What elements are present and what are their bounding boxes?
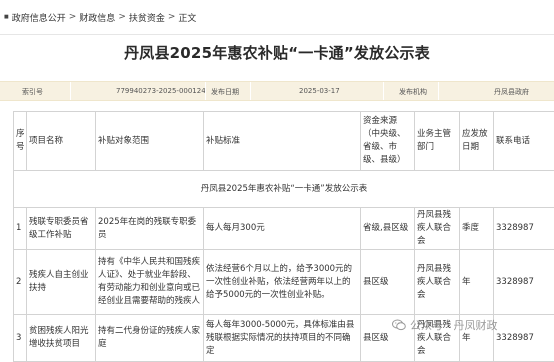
column-header-dept: 业务主管部门 [415,112,460,171]
cell-name: 残疾人自主创业扶持 [27,250,96,315]
breadcrumb-separator: > [168,12,176,22]
cell-phone: 3328987 [494,208,554,250]
breadcrumb-item-current: 正文 [178,11,196,24]
cell-standard: 每人每月300元 [204,208,361,250]
cell-name: 贫困残疾人阳光增收扶贫项目 [27,315,96,362]
breadcrumb-separator: > [69,12,77,22]
breadcrumb-item-poverty-funds[interactable]: 扶贫资金 [129,11,165,24]
cell-no: 3 [14,315,27,362]
watermark: 公众号 · 丹凤财政 [392,317,498,333]
column-header-source: 资金来源（中央级、省级、市级、县级） [361,112,415,171]
cell-dept: 丹凤县残疾人联合会 [415,208,460,250]
cell-period: 季度 [460,208,494,250]
column-header-standard: 补贴标准 [204,112,361,171]
cell-scope: 持有二代身份证的残疾人家庭 [96,315,204,362]
date-label: 发布日期 [211,87,239,97]
cell-dept: 丹凤县残疾人联合会 [415,250,460,315]
column-header-name: 项目名称 [27,112,96,171]
divider [0,34,554,35]
column-header-phone: 联系电话 [494,112,554,171]
cell-source: 县区级 [361,250,415,315]
table-header-row: 序号 项目名称 补贴对象范围 补贴标准 资金来源（中央级、省级、市级、县级） 业… [14,112,554,171]
cell-standard: 依法经营6个月以上的，给予3000元的一次性创业补贴，依法经营两年以上的给予50… [204,250,361,315]
table-caption: 丹凤县2025年惠农补贴“一卡通”发放公示表 [14,171,554,208]
divider [383,82,384,100]
cell-name: 残联专职委员省级工作补贴 [27,208,96,250]
cell-source: 省级,县区级 [361,208,415,250]
bullet-icon: ■ [4,14,9,20]
cell-period: 年 [460,250,494,315]
table-row: 2 残疾人自主创业扶持 持有《中华人民共和国残疾人证》、处于就业年龄段、有劳动能… [14,250,554,315]
column-header-no: 序号 [14,112,27,171]
index-value: 779940273-2025-000124 [116,87,206,95]
cell-scope: 2025年在岗的残联专职委员 [96,208,204,250]
cell-no: 1 [14,208,27,250]
breadcrumb-separator: > [118,12,126,22]
column-header-period: 应发放日期 [460,112,494,171]
page-title: 丹凤县2025年惠农补贴“一卡通”发放公示表 [0,42,554,63]
breadcrumb-item-gov-info[interactable]: 政府信息公开 [12,11,66,24]
date-value: 2025-03-17 [299,87,340,95]
document-meta-bar: 索引号 779940273-2025-000124 发布日期 2025-03-1… [0,81,554,101]
cell-no: 2 [14,250,27,315]
breadcrumb: ■ 政府信息公开 > 财政信息 > 扶贫资金 > 正文 [0,0,554,34]
index-label: 索引号 [22,87,43,97]
cell-standard: 每人每年3000-5000元，具体标准由县残联根据实际情况的扶持项目的不同确定 [204,315,361,362]
wechat-icon [392,319,406,331]
divider [70,82,71,100]
cell-phone: 3328987 [494,250,554,315]
breadcrumb-item-finance-info[interactable]: 财政信息 [79,11,115,24]
org-label: 发布机构 [399,87,427,97]
divider [438,82,439,100]
org-value: 丹凤县政府 [494,87,529,97]
watermark-text: 公众号 · 丹凤财政 [410,317,498,333]
cell-phone: 3328987 [494,315,554,362]
cell-scope: 持有《中华人民共和国残疾人证》、处于就业年龄段、有劳动能力和创业意向或已经创业且… [96,250,204,315]
column-header-scope: 补贴对象范围 [96,112,204,171]
divider [205,82,206,100]
divider [250,82,251,100]
table-row: 1 残联专职委员省级工作补贴 2025年在岗的残联专职委员 每人每月300元 省… [14,208,554,250]
